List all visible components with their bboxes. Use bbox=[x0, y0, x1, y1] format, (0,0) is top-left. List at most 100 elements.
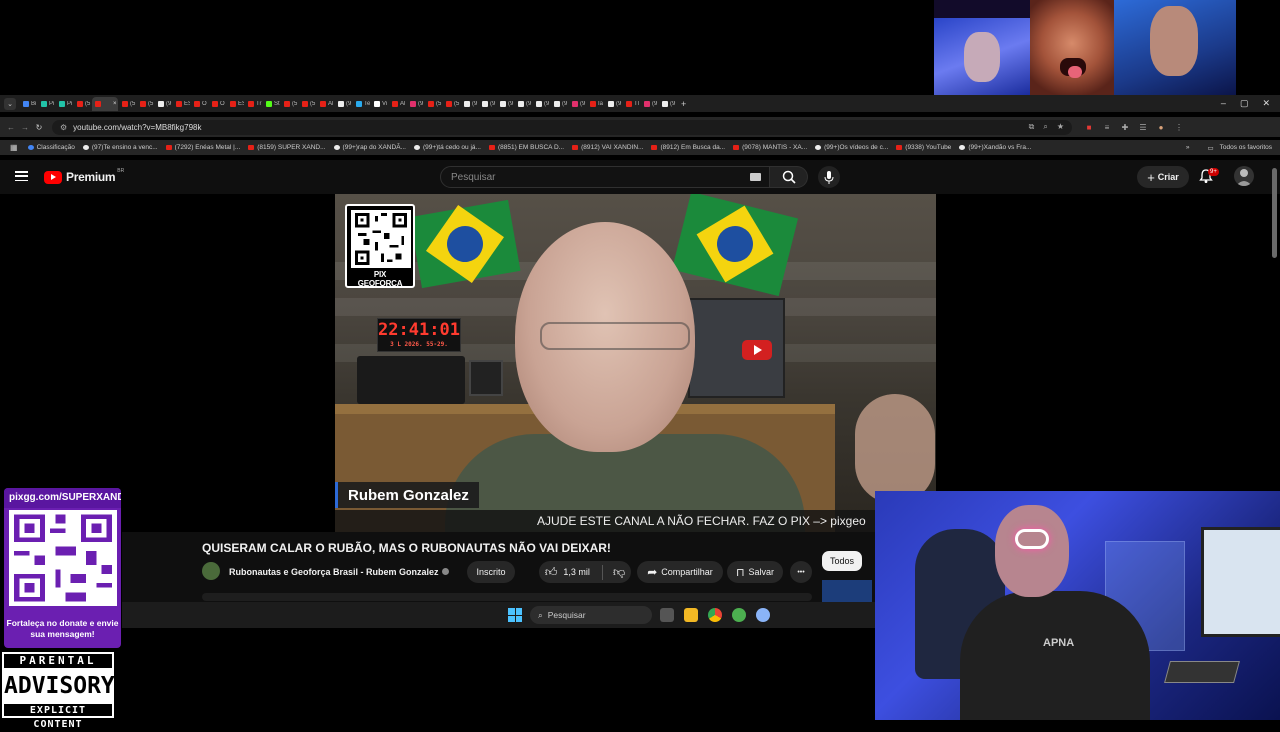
windows-start-icon[interactable] bbox=[508, 608, 522, 622]
browser-tab[interactable]: (5 bbox=[137, 97, 154, 111]
all-favorites-link[interactable]: Todos os favoritos bbox=[1220, 144, 1272, 152]
taskbar-search[interactable]: ⌕ Pesquisar bbox=[530, 606, 652, 624]
browser-tab[interactable]: (5 bbox=[443, 97, 460, 111]
channel-avatar[interactable] bbox=[202, 562, 220, 580]
page-scrollbar[interactable] bbox=[1272, 168, 1277, 258]
extensions-puzzle-icon[interactable]: ✚ bbox=[1120, 123, 1130, 132]
browser-tab[interactable]: Vi bbox=[371, 97, 388, 111]
browser-tab[interactable]: (5 bbox=[281, 97, 298, 111]
browser-tab[interactable]: Tr bbox=[245, 97, 262, 111]
bookmark-item[interactable]: (8159) SUPER XAND... bbox=[248, 144, 326, 151]
bookmark-item[interactable]: (7292) Enéas Metal |... bbox=[165, 144, 240, 151]
create-button[interactable]: + Criar bbox=[1137, 166, 1189, 188]
channel-name[interactable]: Rubonautas e Geoforça Brasil - Rubem Gon… bbox=[229, 567, 449, 577]
browser-tab[interactable]: Pi bbox=[56, 97, 73, 111]
zoom-icon[interactable]: ⌕ bbox=[1043, 122, 1047, 132]
back-arrow-icon[interactable]: ← bbox=[4, 123, 18, 132]
bookmark-item[interactable]: (99+)Os vídeos de c... bbox=[815, 144, 888, 151]
browser-tab[interactable]: (9 bbox=[155, 97, 172, 111]
extension-red-icon[interactable]: ■ bbox=[1084, 123, 1094, 132]
bookmark-item[interactable]: (9338) YouTube bbox=[896, 144, 951, 151]
task-view-icon[interactable] bbox=[660, 608, 674, 622]
browser-tab[interactable]: (5 bbox=[74, 97, 91, 111]
browser-tab[interactable]: Al bbox=[317, 97, 334, 111]
new-tab-button[interactable]: + bbox=[681, 99, 686, 109]
browser-tab[interactable]: (9 bbox=[641, 97, 658, 111]
filter-chip-all[interactable]: Todos bbox=[822, 551, 863, 571]
reload-icon[interactable]: ↻ bbox=[32, 123, 46, 132]
video-player[interactable]: 22:41:01 3 L 2026. 55-29. PIX GEOFORÇA R… bbox=[335, 194, 936, 532]
description-box[interactable] bbox=[202, 593, 812, 601]
search-input[interactable]: Pesquisar bbox=[440, 166, 770, 188]
share-button[interactable]: ➦ Compartilhar bbox=[637, 561, 723, 583]
browser-tab[interactable]: (9 bbox=[569, 97, 586, 111]
youtube-premium-logo[interactable]: Premium BR bbox=[44, 168, 124, 184]
browser-tab[interactable]: (9 bbox=[659, 97, 676, 111]
browser-tab[interactable]: (9 bbox=[515, 97, 532, 111]
bookmark-item[interactable]: (9078) MANTIS - XA... bbox=[733, 144, 807, 151]
related-video-thumbnail[interactable] bbox=[822, 580, 872, 602]
app-icon[interactable] bbox=[732, 608, 746, 622]
forward-arrow-icon[interactable]: → bbox=[18, 123, 32, 132]
extension-icon[interactable]: ≡ bbox=[1102, 123, 1112, 132]
browser-tab[interactable]: ES bbox=[173, 97, 190, 111]
minimize-button[interactable]: – bbox=[1221, 98, 1226, 109]
address-bar[interactable]: ⚙ youtube.com/watch?v=MB8fikg798k ⧉ ⌕ ★ bbox=[52, 119, 1072, 135]
browser-tab[interactable]: Bi bbox=[20, 97, 37, 111]
subscribed-button[interactable]: Inscrito bbox=[467, 561, 515, 583]
keyboard-icon[interactable] bbox=[750, 173, 761, 181]
like-button[interactable]: 👍︎ 1,3 mil bbox=[545, 564, 603, 580]
maximize-button[interactable]: ▢ bbox=[1240, 98, 1249, 109]
voice-search-button[interactable] bbox=[818, 166, 840, 188]
browser-tab[interactable]: (9 bbox=[479, 97, 496, 111]
install-app-icon[interactable]: ⧉ bbox=[1029, 122, 1035, 132]
search-button[interactable] bbox=[770, 166, 808, 188]
close-window-button[interactable]: ✕ bbox=[1262, 98, 1270, 109]
chrome-icon[interactable] bbox=[708, 608, 722, 622]
browser-tab[interactable]: (9 bbox=[497, 97, 514, 111]
browser-tab[interactable]: Te bbox=[353, 97, 370, 111]
browser-tab[interactable]: (9 bbox=[335, 97, 352, 111]
reading-list-icon[interactable]: ☰ bbox=[1138, 123, 1148, 132]
bookmark-item[interactable]: (8851) EM BUSCA D... bbox=[488, 144, 564, 151]
thumbs-down-icon[interactable]: 👎︎ bbox=[607, 565, 625, 580]
browser-tab[interactable]: Al bbox=[389, 97, 406, 111]
apps-grid-icon[interactable]: ▦ bbox=[10, 143, 18, 152]
browser-tab[interactable]: (9 bbox=[461, 97, 478, 111]
browser-tab[interactable]: ES bbox=[227, 97, 244, 111]
tab-search-dropdown-icon[interactable]: ⌄ bbox=[4, 97, 16, 110]
bookmark-item[interactable]: (97)Te ensino a venc... bbox=[82, 144, 158, 151]
more-actions-button[interactable]: ••• bbox=[790, 561, 812, 583]
bookmark-item[interactable]: (99+)Xandão vs Fra... bbox=[959, 144, 1031, 151]
bookmark-item[interactable]: Classificação bbox=[27, 144, 75, 151]
browser-tab[interactable]: (5 bbox=[425, 97, 442, 111]
bookmark-star-icon[interactable]: ★ bbox=[1057, 122, 1064, 132]
browser-tab[interactable]: Pi bbox=[38, 97, 55, 111]
browser-tab[interactable]: (9 bbox=[407, 97, 424, 111]
browser-tab[interactable]: O bbox=[209, 97, 226, 111]
browser-tab[interactable]: (9 bbox=[605, 97, 622, 111]
account-avatar[interactable] bbox=[1234, 166, 1254, 186]
browser-tab[interactable]: × bbox=[92, 96, 118, 111]
bookmark-item[interactable]: (99+)rap do XANDÃ... bbox=[333, 144, 406, 151]
bookmark-item[interactable]: (8912) Em Busca da... bbox=[651, 144, 725, 151]
browser-tab[interactable]: St bbox=[263, 97, 280, 111]
tab-close-icon[interactable]: × bbox=[113, 101, 117, 107]
browser-tab[interactable]: Tl bbox=[623, 97, 640, 111]
file-explorer-icon[interactable] bbox=[684, 608, 698, 622]
browser-tab[interactable]: Ia bbox=[587, 97, 604, 111]
browser-menu-icon[interactable]: ⋮ bbox=[1174, 123, 1184, 132]
browser-tab[interactable]: (9 bbox=[533, 97, 550, 111]
bookmark-item[interactable]: (8912) VAI XANDIN... bbox=[572, 144, 643, 151]
browser-tab[interactable]: (5 bbox=[299, 97, 316, 111]
browser-tab[interactable]: O bbox=[191, 97, 208, 111]
settings-gear-icon[interactable] bbox=[756, 608, 770, 622]
site-info-icon[interactable]: ⚙ bbox=[60, 123, 67, 132]
browser-tab[interactable]: (5 bbox=[119, 97, 136, 111]
browser-tab[interactable]: (9 bbox=[551, 97, 568, 111]
save-button[interactable]: ⊓ Salvar bbox=[727, 561, 783, 583]
bookmarks-more-icon[interactable]: » bbox=[1186, 144, 1190, 152]
bookmark-item[interactable]: (99+)tá cedo ou já... bbox=[413, 144, 481, 151]
hamburger-menu-icon[interactable] bbox=[15, 171, 28, 181]
profile-avatar-icon[interactable]: ● bbox=[1156, 123, 1166, 132]
